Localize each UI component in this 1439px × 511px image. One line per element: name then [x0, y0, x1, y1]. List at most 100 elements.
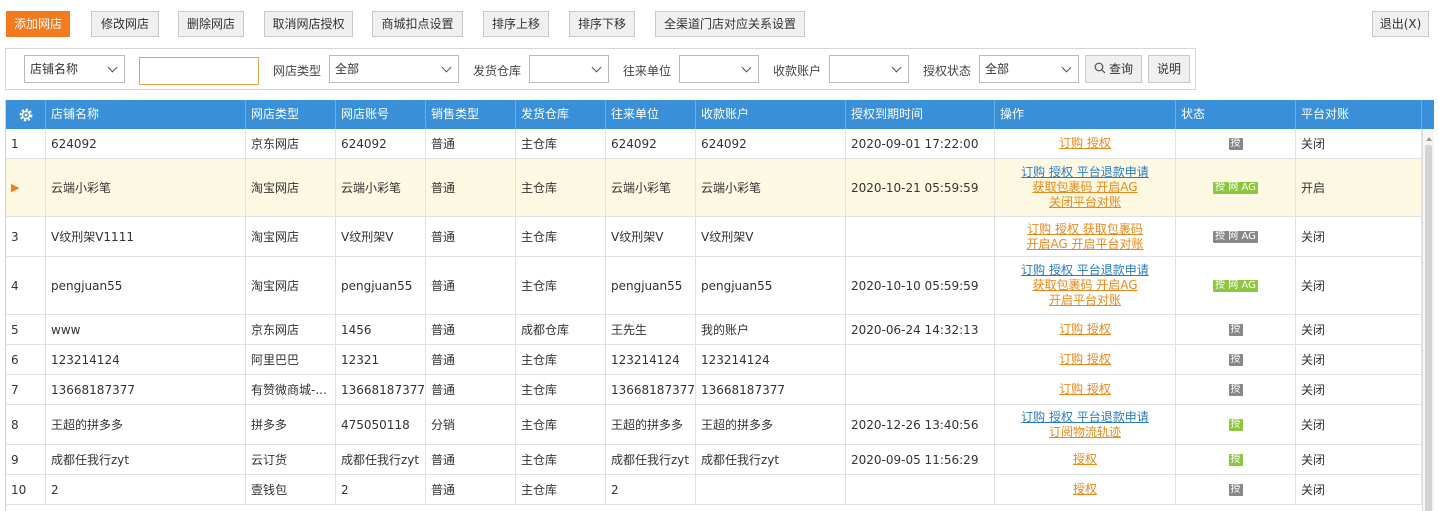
operation-links[interactable]: 订购 授权 获取包裹码	[1027, 222, 1143, 237]
cell-receipt: 13668187377	[696, 375, 846, 404]
cell-sale: 分销	[426, 405, 516, 444]
cell-recon: 开启	[1296, 159, 1422, 216]
operation-links[interactable]: 获取包裹码 开启AG	[1032, 278, 1137, 293]
status-badges: 授	[1228, 323, 1243, 336]
field-select[interactable]: 店铺名称	[24, 55, 125, 83]
row-number: 10	[6, 475, 46, 504]
search-input[interactable]	[139, 57, 259, 85]
col-header[interactable]: 往来单位	[606, 100, 696, 129]
row-number: 7	[6, 375, 46, 404]
col-header[interactable]: 授权到期时间	[846, 100, 995, 129]
cell-operations: 订购 授权	[995, 129, 1176, 158]
operation-links[interactable]: 开启平台对账	[1049, 293, 1121, 308]
cell-warehouse: 主仓库	[516, 257, 606, 314]
cell-sale: 普通	[426, 345, 516, 374]
table-row[interactable]: 6 123214124 阿里巴巴 12321 普通 主仓库 123214124 1232141…	[6, 345, 1422, 375]
cell-recon: 关闭	[1296, 315, 1422, 344]
cell-recon: 关闭	[1296, 445, 1422, 474]
col-header[interactable]: 店铺名称	[46, 100, 246, 129]
add-shop-button[interactable]: 添加网店	[6, 11, 70, 37]
operation-links[interactable]: 订购 授权 平台退款申请	[1021, 263, 1149, 278]
cell-expire	[846, 217, 995, 256]
vertical-scrollbar[interactable]	[1422, 129, 1434, 511]
table-row[interactable]: 9 成都任我行zyt 云订货 成都任我行zyt 普通 主仓库 成都任我行zyt 成都任我行zy…	[6, 445, 1422, 475]
cell-expire	[846, 375, 995, 404]
cell-status: 授	[1176, 345, 1296, 374]
mall-deduct-button[interactable]: 商城扣点设置	[372, 11, 463, 37]
row-number: 5	[6, 315, 46, 344]
status-badges: 授 网 AG	[1213, 181, 1258, 194]
edit-shop-button[interactable]: 修改网店	[91, 11, 159, 37]
table-row[interactable]: 4 pengjuan55 淘宝网店 pengjuan55 普通 主仓库 pengjuan55…	[6, 257, 1422, 315]
cancel-auth-button[interactable]: 取消网店授权	[264, 11, 353, 37]
exit-button[interactable]: 退出(X)	[1372, 11, 1429, 37]
cell-account: 1456	[336, 315, 426, 344]
operation-links[interactable]: 订购 授权	[1059, 136, 1111, 151]
cell-recon: 关闭	[1296, 129, 1422, 158]
row-number: 6	[6, 345, 46, 374]
auth-status-select[interactable]: 全部	[979, 55, 1079, 83]
shop-type-select[interactable]: 全部	[329, 55, 459, 83]
chevron-down-icon	[107, 62, 118, 73]
channel-map-button[interactable]: 全渠道门店对应关系设置	[655, 11, 805, 37]
cell-receipt: 123214124	[696, 345, 846, 374]
table-row[interactable]: 3 V纹刑架V1111 淘宝网店 V纹刑架V 普通 主仓库 V纹刑架V V纹刑架V 订购 授权 …	[6, 217, 1422, 257]
col-header[interactable]: 平台对账	[1296, 100, 1422, 129]
col-header[interactable]: 销售类型	[426, 100, 516, 129]
move-down-button[interactable]: 排序下移	[569, 11, 635, 37]
move-up-button[interactable]: 排序上移	[483, 11, 549, 37]
table-row[interactable]: 7 13668187377 有赞微商城-... 13668187377 普通 主仓库 136…	[6, 375, 1422, 405]
col-header[interactable]: 状态	[1176, 100, 1296, 129]
col-header[interactable]: 网店账号	[336, 100, 426, 129]
table-row[interactable]: 5 www 京东网店 1456 普通 成都仓库 王先生 我的账户 2020-06-24 14:3…	[6, 315, 1422, 345]
warehouse-select[interactable]	[529, 55, 609, 83]
cell-warehouse: 主仓库	[516, 159, 606, 216]
col-header[interactable]: 发货仓库	[516, 100, 606, 129]
col-header[interactable]: 操作	[995, 100, 1176, 129]
operation-links[interactable]: 授权	[1073, 482, 1097, 497]
delete-shop-button[interactable]: 删除网店	[178, 11, 244, 37]
operation-links[interactable]: 订阅物流轨迹	[1049, 425, 1121, 440]
cell-account: 12321	[336, 345, 426, 374]
table-row[interactable]: 10 2 壹钱包 2 普通 主仓库 2 授权授关闭	[6, 475, 1422, 505]
cell-partner: 云端小彩笔	[606, 159, 696, 216]
col-header[interactable]: 收款账户	[696, 100, 846, 129]
operation-links[interactable]: 订购 授权 平台退款申请	[1021, 165, 1149, 180]
cell-account: 2	[336, 475, 426, 504]
col-header[interactable]: 网店类型	[246, 100, 336, 129]
cell-recon: 关闭	[1296, 217, 1422, 256]
operation-links[interactable]: 关闭平台对账	[1049, 195, 1121, 210]
table-row[interactable]: 8 王超的拼多多 拼多多 475050118 分销 主仓库 王超的拼多多 王超的拼多多 2020…	[6, 405, 1422, 445]
operation-links[interactable]: 开启AG 开启平台对账	[1026, 237, 1143, 252]
status-badges: 授	[1228, 483, 1243, 496]
operation-links[interactable]: 授权	[1073, 452, 1097, 467]
gear-icon[interactable]	[18, 107, 34, 123]
scroll-thumb[interactable]	[1425, 145, 1432, 511]
cell-recon: 关闭	[1296, 375, 1422, 404]
account-select[interactable]	[829, 55, 909, 83]
operation-links[interactable]: 订购 授权	[1059, 352, 1111, 367]
operation-links[interactable]: 订购 授权 平台退款申请	[1021, 410, 1149, 425]
cell-type: 壹钱包	[246, 475, 336, 504]
status-badges: 授 网 AG	[1213, 230, 1258, 243]
cell-type: 云订货	[246, 445, 336, 474]
help-button[interactable]: 说明	[1148, 55, 1190, 83]
status-badges: 授	[1228, 418, 1243, 431]
cell-receipt: 成都任我行zyt	[696, 445, 846, 474]
scroll-up-icon[interactable]	[1426, 137, 1432, 141]
cell-operations: 订购 授权 平台退款申请 获取包裹码 开启AG 开启平台对账	[995, 257, 1176, 314]
cell-warehouse: 主仓库	[516, 217, 606, 256]
operation-links[interactable]: 获取包裹码 开启AG	[1032, 180, 1137, 195]
table-row[interactable]: ▶ 云端小彩笔 淘宝网店 云端小彩笔 普通 主仓库 云端小彩笔 云端小彩笔 2020-10-21…	[6, 159, 1422, 217]
query-button[interactable]: 查询	[1085, 55, 1142, 83]
status-badges: 授	[1228, 453, 1243, 466]
partner-select[interactable]	[679, 55, 759, 83]
settings-header-cell[interactable]	[6, 100, 46, 129]
cell-name: 624092	[46, 129, 246, 158]
operation-links[interactable]: 订购 授权	[1059, 322, 1111, 337]
operation-links[interactable]: 订购 授权	[1059, 382, 1111, 397]
cell-type: 有赞微商城-...	[246, 375, 336, 404]
cell-operations: 订购 授权	[995, 315, 1176, 344]
table-row[interactable]: 1 624092 京东网店 624092 普通 主仓库 624092 624092 2020-0…	[6, 129, 1422, 159]
chevron-down-icon	[741, 62, 752, 73]
